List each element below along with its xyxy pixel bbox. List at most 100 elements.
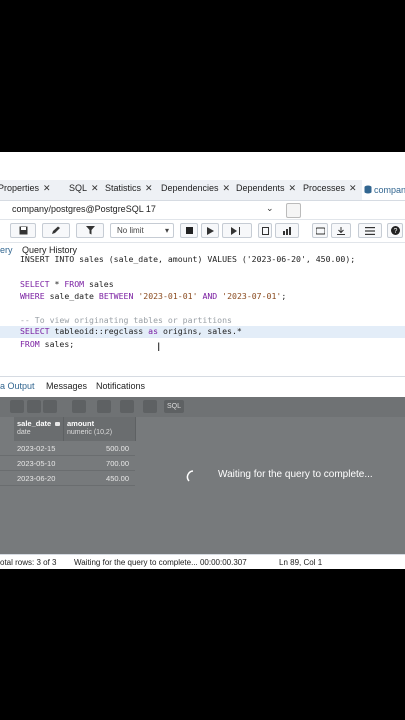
status-cursor-position: Ln 89, Col 1 [279, 558, 323, 567]
row-limit-select[interactable]: No limit ▾ [110, 223, 174, 238]
tab-data-output[interactable]: a Output [0, 381, 35, 391]
tab-properties[interactable]: Properties ✕ [0, 183, 51, 194]
results-panel-overlay: SQL sale_date date amount numeric (10,2)… [0, 397, 405, 569]
tab-messages[interactable]: Messages [46, 381, 87, 391]
graph-icon[interactable] [143, 400, 157, 413]
save-icon [19, 226, 27, 235]
results-tabs: a Output Messages Notifications [0, 376, 405, 398]
filter-icon [85, 226, 95, 235]
connection-select[interactable]: company/postgres@PostgreSQL 17 [12, 204, 156, 214]
download-icon [337, 226, 345, 235]
pgadmin-window: Properties ✕ SQL ✕ Statistics ✕ Dependencie… [0, 152, 405, 569]
cell-amount: 700.00 [106, 459, 129, 468]
code-token: AND [202, 291, 218, 301]
code-token: SELECT [20, 279, 50, 289]
tab-dependencies[interactable]: Dependencies ✕ [161, 183, 230, 194]
close-icon[interactable]: ✕ [349, 183, 357, 193]
cell-amount: 450.00 [106, 474, 129, 483]
column-type: numeric (10,2) [67, 429, 113, 436]
code-token: SELECT [20, 326, 50, 336]
copy-icon[interactable] [27, 400, 41, 413]
tab-sql[interactable]: SQL ✕ [69, 183, 99, 194]
loading-spinner-icon [186, 470, 194, 482]
tab-label: compan [374, 185, 405, 195]
tab-query[interactable]: ery [0, 245, 13, 255]
chevron-down-icon: ▾ [164, 226, 169, 235]
cell-sale-date: 2023-06-20 [17, 474, 56, 483]
save-data-icon[interactable] [97, 400, 111, 413]
list-icon [365, 226, 375, 235]
tab-label: SQL [69, 183, 88, 193]
close-icon[interactable]: ✕ [91, 183, 99, 193]
code-token: WHERE [20, 291, 45, 301]
tab-query-tool[interactable]: compan [362, 180, 405, 200]
code-comment: -- To view originating tables or partiti… [20, 315, 232, 325]
tab-label: Dependencies [161, 183, 219, 193]
tab-label: Dependents [236, 183, 285, 193]
execute-button[interactable] [201, 223, 219, 238]
cell-sale-date: 2023-02-15 [17, 444, 56, 453]
code-token: '2023-01-01' [138, 291, 198, 301]
results-toolbar: SQL [0, 397, 405, 417]
close-icon[interactable]: ✕ [289, 183, 297, 193]
save-button[interactable] [10, 223, 36, 238]
code-line: WHERE sale_date BETWEEN '2023-01-01' AND… [20, 291, 287, 301]
delete-icon[interactable] [72, 400, 86, 413]
chart-button[interactable] [275, 223, 299, 238]
query-toolbar: No limit ▾ ? [0, 220, 405, 243]
column-name: amount [67, 419, 95, 428]
lock-icon [55, 422, 60, 426]
tab-statistics[interactable]: Statistics ✕ [105, 183, 153, 194]
macros-button[interactable] [358, 223, 382, 238]
eraser-icon [315, 227, 325, 234]
play-icon [206, 226, 214, 235]
cell-sale-date: 2023-05-10 [17, 459, 56, 468]
explain-button[interactable] [222, 223, 252, 238]
chevron-down-icon[interactable]: ⌄ [266, 203, 274, 214]
code-token: FROM [20, 339, 40, 349]
edit-button[interactable] [42, 223, 70, 238]
close-icon[interactable]: ✕ [223, 183, 231, 193]
code-line: SELECT * FROM sales [20, 279, 114, 289]
row-limit-label: No limit [117, 226, 144, 235]
code-token: FROM [64, 279, 85, 289]
code-line: INSERT INTO sales (sale_date, amount) VA… [20, 254, 356, 264]
sql-editor[interactable]: INSERT INTO sales (sale_date, amount) VA… [0, 254, 405, 376]
server-icon[interactable] [286, 203, 301, 218]
tab-notifications[interactable]: Notifications [96, 381, 145, 391]
add-row-icon[interactable] [10, 400, 24, 413]
download-button[interactable] [331, 223, 351, 238]
stop-button[interactable] [180, 223, 198, 238]
tab-dependents[interactable]: Dependents ✕ [236, 183, 296, 194]
tab-label: Properties [0, 183, 40, 193]
code-line: FROM sales; [20, 339, 75, 349]
stop-icon [185, 227, 193, 234]
line-gutter [0, 259, 14, 376]
close-icon[interactable]: ✕ [145, 183, 153, 193]
bar-chart-icon [283, 226, 291, 235]
code-line-active: SELECT tableoid::regclass as origins, sa… [0, 326, 405, 338]
table-row[interactable]: 2023-06-20 450.00 [0, 471, 135, 486]
paste-icon[interactable] [43, 400, 57, 413]
table-row[interactable]: 2023-02-15 500.00 [0, 441, 135, 456]
tab-processes[interactable]: Processes ✕ [303, 183, 357, 194]
table-row[interactable]: 2023-05-10 700.00 [0, 456, 135, 471]
column-header[interactable]: sale_date date [14, 417, 64, 441]
sql-view-button[interactable]: SQL [164, 400, 184, 413]
download-icon[interactable] [120, 400, 134, 413]
clear-button[interactable] [312, 223, 328, 238]
pencil-icon [52, 226, 60, 234]
status-bar: otal rows: 3 of 3 Waiting for the query … [0, 554, 405, 569]
explain-analyze-button[interactable] [258, 223, 272, 238]
column-header[interactable]: amount numeric (10,2) [64, 417, 136, 441]
close-icon[interactable]: ✕ [43, 183, 51, 193]
code-token: BETWEEN [98, 291, 134, 301]
tab-label: Processes [303, 183, 346, 193]
help-button[interactable]: ? [387, 223, 403, 238]
connection-bar: company/postgres@PostgreSQL 17 ⌄ [0, 201, 405, 220]
cell-amount: 500.00 [106, 444, 129, 453]
text-cursor-icon: I [157, 340, 161, 354]
document-icon [261, 226, 269, 235]
code-token: as [148, 326, 159, 336]
filter-button[interactable] [76, 223, 104, 238]
